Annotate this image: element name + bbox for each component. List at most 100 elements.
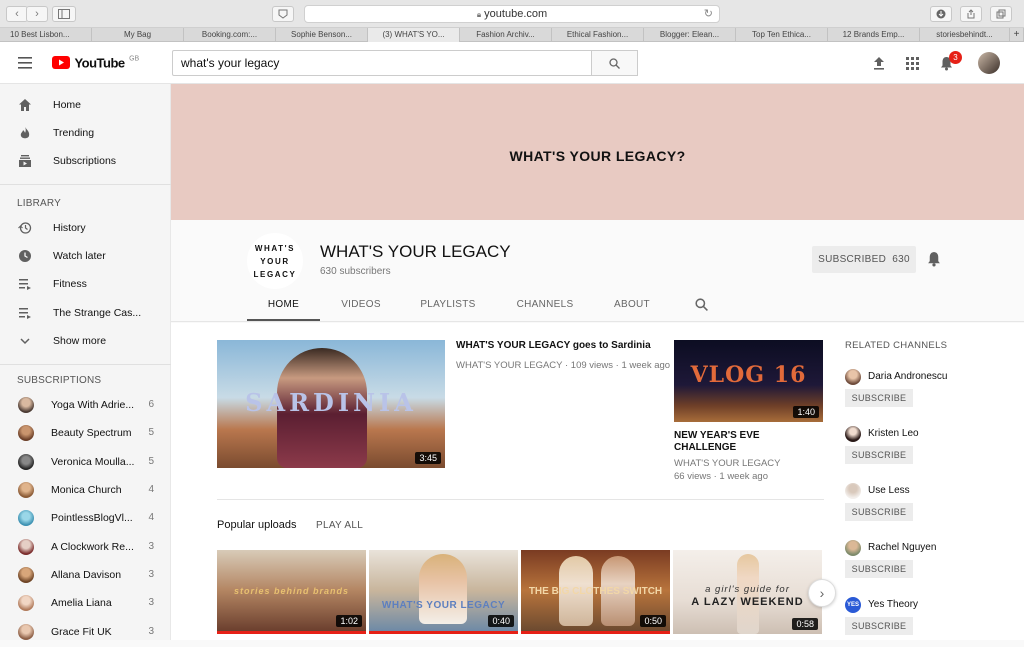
sidebar-item-history[interactable]: History xyxy=(0,215,171,241)
tab-about[interactable]: ABOUT xyxy=(607,293,657,321)
subscription-item[interactable]: Beauty Spectrum 5 xyxy=(0,420,171,446)
vlog-video-channel: WHAT'S YOUR LEGACY xyxy=(674,458,781,469)
thumbnail-overlay-text: stories behind brands xyxy=(233,586,350,596)
tabs-overview-button[interactable] xyxy=(990,6,1012,22)
popular-uploads-heading: Popular uploads xyxy=(217,519,297,531)
avatar-text-line: YOUR xyxy=(260,257,290,266)
sidebar-divider xyxy=(0,364,171,365)
related-channel-name[interactable]: Rachel Nguyen xyxy=(868,542,936,553)
browser-tab[interactable]: Fashion Archiv... xyxy=(460,28,552,42)
subscription-item[interactable]: PointlessBlogVl... 4 xyxy=(0,505,171,531)
browser-tab[interactable]: My Bag xyxy=(92,28,184,42)
channel-avatar[interactable] xyxy=(845,540,861,556)
subscription-item[interactable]: Veronica Moulla... 5 xyxy=(0,449,171,475)
channel-search-icon[interactable] xyxy=(695,298,708,311)
share-button[interactable] xyxy=(960,6,982,22)
browser-tab[interactable]: 10 Best Lisbon... xyxy=(0,28,92,42)
subscribe-button[interactable]: SUBSCRIBE xyxy=(845,617,913,635)
subscribe-button[interactable]: SUBSCRIBE xyxy=(845,446,913,464)
browser-tab[interactable]: Sophie Benson... xyxy=(276,28,368,42)
channel-avatar[interactable] xyxy=(845,483,861,499)
subscription-item[interactable]: Allana Davison 3 xyxy=(0,562,171,588)
subscription-item[interactable]: Amelia Liana 3 xyxy=(0,590,171,616)
logo-region: GB xyxy=(129,55,140,63)
sidebar-toggle-button[interactable] xyxy=(52,6,76,22)
subscription-item[interactable]: Yoga With Adrie... 6 xyxy=(0,392,171,418)
subscribe-button[interactable]: SUBSCRIBE xyxy=(845,389,913,407)
notification-bell-icon[interactable] xyxy=(927,251,941,267)
forward-button[interactable]: › xyxy=(26,6,48,22)
share-icon xyxy=(967,9,975,19)
subscription-item[interactable]: Monica Church 4 xyxy=(0,477,171,503)
sidebar-item-trending[interactable]: Trending xyxy=(0,120,171,146)
sidebar-item-subscriptions[interactable]: Subscriptions xyxy=(0,148,171,174)
browser-tab[interactable]: Booking.com:... xyxy=(184,28,276,42)
menu-icon[interactable] xyxy=(18,57,32,69)
back-button[interactable]: ‹ xyxy=(6,6,28,22)
browser-tab[interactable]: Top Ten Ethica... xyxy=(736,28,828,42)
subscription-item[interactable]: Grace Fit UK 3 xyxy=(0,619,171,645)
popular-video-thumbnail[interactable]: WHAT'S YOUR LEGACY 0:40 xyxy=(369,550,518,634)
reload-icon[interactable]: ↻ xyxy=(704,6,713,22)
related-channel-item: Use Less SUBSCRIBE xyxy=(845,483,1005,533)
tab-home[interactable]: HOME xyxy=(247,293,320,321)
youtube-logo[interactable]: YouTube GB xyxy=(52,54,139,72)
downloads-button[interactable] xyxy=(930,6,952,22)
related-channel-name[interactable]: Daria Andronescu xyxy=(868,371,948,382)
channel-name: WHAT'S YOUR LEGACY xyxy=(320,242,511,261)
next-arrow-button[interactable]: › xyxy=(808,579,836,607)
popular-video-thumbnail[interactable]: THE BIG CLOTHES SWITCH 0:50 xyxy=(521,550,670,634)
sidebar-item-fitness[interactable]: Fitness xyxy=(0,271,171,297)
history-icon xyxy=(18,222,32,234)
tabs-icon xyxy=(996,9,1006,19)
vlog-video-title[interactable]: NEW YEAR'S EVE CHALLENGE xyxy=(674,430,824,454)
channel-avatar xyxy=(18,539,34,555)
sidebar-item-strange-case[interactable]: The Strange Cas... xyxy=(0,300,171,326)
featured-video-thumbnail[interactable]: SARDINIA 3:45 xyxy=(217,340,445,468)
shield-button[interactable] xyxy=(272,6,294,22)
sidebar-item-watch-later[interactable]: Watch later xyxy=(0,243,171,269)
sidebar-show-more[interactable]: Show more xyxy=(0,328,171,354)
thumbnail-overlay-text: WHAT'S YOUR LEGACY xyxy=(381,600,506,611)
subscription-label: A Clockwork Re... xyxy=(51,541,134,553)
browser-tab[interactable]: storiesbehindt... xyxy=(920,28,1010,42)
browser-tab[interactable]: Blogger: Elean... xyxy=(644,28,736,42)
play-all-button[interactable]: PLAY ALL xyxy=(316,520,363,531)
browser-tab[interactable]: Ethical Fashion... xyxy=(552,28,644,42)
popular-video-thumbnail[interactable]: stories behind brands 1:02 xyxy=(217,550,366,634)
related-channel-name[interactable]: Use Less xyxy=(868,485,910,496)
browser-tab[interactable]: 12 Brands Emp... xyxy=(828,28,920,42)
subscribed-button[interactable]: SUBSCRIBED 630 xyxy=(812,246,916,273)
channel-avatar[interactable]: WHAT'S YOUR LEGACY xyxy=(247,233,303,289)
featured-video-title[interactable]: WHAT'S YOUR LEGACY goes to Sardinia xyxy=(456,340,676,352)
channel-avatar[interactable] xyxy=(845,369,861,385)
tab-playlists[interactable]: PLAYLISTS xyxy=(412,293,484,321)
search-button[interactable] xyxy=(592,50,638,76)
subscription-label: Allana Davison xyxy=(51,569,122,581)
related-channel-name[interactable]: Kristen Leo xyxy=(868,428,919,439)
tab-channels[interactable]: CHANNELS xyxy=(509,293,581,321)
channel-avatar[interactable]: YES xyxy=(845,597,861,613)
upload-icon[interactable] xyxy=(873,56,885,70)
sidebar-item-label: Trending xyxy=(53,127,95,139)
subscription-item[interactable]: A Clockwork Re... 3 xyxy=(0,534,171,560)
channel-avatar xyxy=(18,624,34,640)
browser-tab-active[interactable]: (3) WHAT'S YO... xyxy=(368,28,460,42)
new-tab-button[interactable]: + xyxy=(1010,28,1024,42)
vlog-video-thumbnail[interactable]: VLOG 16 1:40 xyxy=(674,340,823,422)
popular-video-thumbnail[interactable]: a girl's guide for A LAZY WEEKEND 0:58 xyxy=(673,550,822,634)
account-avatar[interactable] xyxy=(978,52,1000,74)
address-bar[interactable]: 🔒︎ youtube.com ↻ xyxy=(304,5,720,23)
unread-count: 5 xyxy=(148,427,154,438)
subscription-label: PointlessBlogVl... xyxy=(51,512,133,524)
channel-avatar[interactable] xyxy=(845,426,861,442)
subscribe-button[interactable]: SUBSCRIBE xyxy=(845,503,913,521)
search-input[interactable]: what's your legacy xyxy=(172,50,592,76)
channel-banner: WHAT'S YOUR LEGACY? xyxy=(171,84,1024,220)
tab-videos[interactable]: VIDEOS xyxy=(331,293,391,321)
subscribe-button[interactable]: SUBSCRIBE xyxy=(845,560,913,578)
sidebar-item-home[interactable]: Home xyxy=(0,92,171,118)
apps-icon[interactable] xyxy=(906,57,919,70)
related-channel-name[interactable]: Yes Theory xyxy=(868,599,918,610)
subscription-label: Beauty Spectrum xyxy=(51,427,132,439)
